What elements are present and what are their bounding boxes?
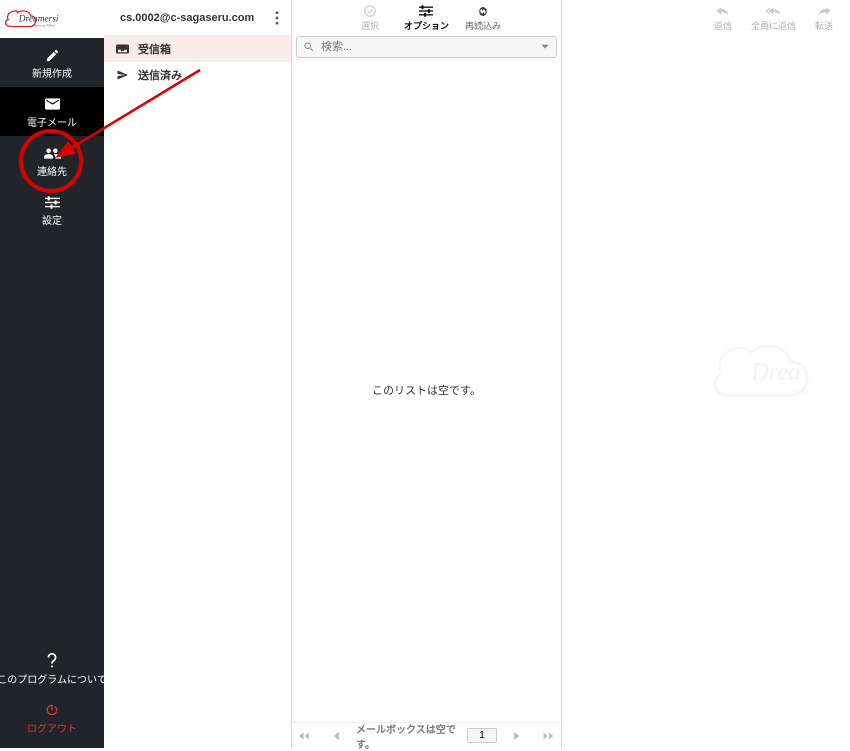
toolbar-reply-all[interactable]: 全員に返信 (751, 4, 796, 32)
toolbar-forward[interactable]: 転送 (806, 4, 842, 32)
sidebar-item-help[interactable]: このプログラムについて (0, 644, 104, 693)
list-toolbar: 選択 オプション 再読込み (292, 0, 561, 36)
message-list-pane: 選択 オプション 再読込み このリストは空です。 (292, 0, 562, 748)
account-menu-button[interactable] (271, 7, 283, 29)
folder-column: cs.0002@c-sagaseru.com 受信箱 送信済み (104, 0, 292, 748)
search-input[interactable] (319, 40, 540, 54)
pager-next[interactable] (507, 729, 527, 743)
sidebar: Dreamersi Powered by PSPinc 新規作成 電子メール 連… (0, 0, 104, 748)
pager-last[interactable] (537, 729, 561, 743)
toolbar-label: 返信 (714, 19, 732, 32)
pager-page-input[interactable] (467, 728, 497, 743)
reply-icon (715, 4, 730, 18)
pager-first[interactable] (292, 729, 316, 743)
toolbar-label: オプション (404, 19, 449, 32)
sidebar-item-label: 設定 (42, 212, 62, 227)
sidebar-item-label: 新規作成 (32, 65, 72, 80)
svg-text:Drea: Drea (750, 359, 800, 386)
sidebar-item-label: このプログラムについて (0, 671, 107, 686)
message-list-body: このリストは空です。 (292, 58, 561, 722)
toolbar-reload[interactable]: 再読込み (465, 4, 501, 32)
toolbar-label: 転送 (815, 19, 833, 32)
sidebar-item-mail[interactable]: 電子メール (0, 87, 104, 136)
brand-logo: Dreamersi Powered by PSPinc (0, 0, 104, 38)
sidebar-item-contacts[interactable]: 連絡先 (0, 136, 104, 185)
power-icon (43, 702, 61, 718)
preview-pane: 返信 全員に返信 転送 Drea Power (562, 0, 850, 748)
mail-icon (43, 96, 61, 112)
sidebar-item-settings[interactable]: 設定 (0, 185, 104, 234)
settings-icon (43, 194, 61, 210)
sidebar-item-logout[interactable]: ログアウト (0, 693, 104, 742)
sidebar-item-label: 電子メール (27, 114, 77, 129)
folder-inbox[interactable]: 受信箱 (104, 36, 291, 62)
folder-label: 受信箱 (138, 41, 171, 57)
toolbar-reply[interactable]: 返信 (705, 4, 741, 32)
inbox-icon (114, 44, 130, 54)
empty-list-message: このリストは空です。 (372, 382, 481, 398)
reload-icon (476, 4, 490, 18)
sidebar-item-label: 連絡先 (37, 163, 67, 178)
help-icon (43, 653, 61, 669)
toolbar-options[interactable]: オプション (404, 4, 449, 32)
sidebar-spacer (0, 234, 104, 644)
select-icon (363, 4, 377, 18)
nav-items: 新規作成 電子メール 連絡先 設定 (0, 38, 104, 234)
preview-toolbar: 返信 全員に返信 転送 (562, 0, 850, 36)
compose-icon (43, 47, 61, 63)
toolbar-label: 再読込み (465, 19, 501, 32)
svg-text:Dreamersi: Dreamersi (18, 15, 59, 25)
pager-prev[interactable] (326, 729, 346, 743)
options-icon (419, 4, 433, 18)
svg-text:Powered by PSPinc: Powered by PSPinc (33, 25, 56, 28)
sidebar-item-compose[interactable]: 新規作成 (0, 38, 104, 87)
sidebar-item-label: ログアウト (27, 720, 77, 735)
toolbar-select[interactable]: 選択 (352, 4, 388, 32)
watermark-logo: Drea Power (714, 329, 850, 419)
forward-icon (817, 4, 832, 18)
list-footer: メールボックスは空です。 (292, 722, 561, 748)
search-bar (296, 36, 557, 58)
sidebar-bottom: このプログラムについて ログアウト (0, 644, 104, 748)
account-row: cs.0002@c-sagaseru.com (104, 0, 291, 36)
search-dropdown[interactable] (540, 44, 550, 50)
folder-label: 送信済み (138, 67, 182, 83)
account-email: cs.0002@c-sagaseru.com (120, 12, 254, 24)
toolbar-label: 選択 (361, 19, 379, 32)
reply-all-icon (765, 4, 782, 18)
folder-sent[interactable]: 送信済み (104, 62, 291, 88)
search-icon (303, 41, 315, 53)
pager-status: メールボックスは空です。 (356, 721, 457, 751)
svg-text:Power: Power (789, 387, 813, 397)
sent-icon (114, 69, 130, 81)
toolbar-label: 全員に返信 (751, 19, 796, 32)
contacts-icon (43, 145, 61, 161)
